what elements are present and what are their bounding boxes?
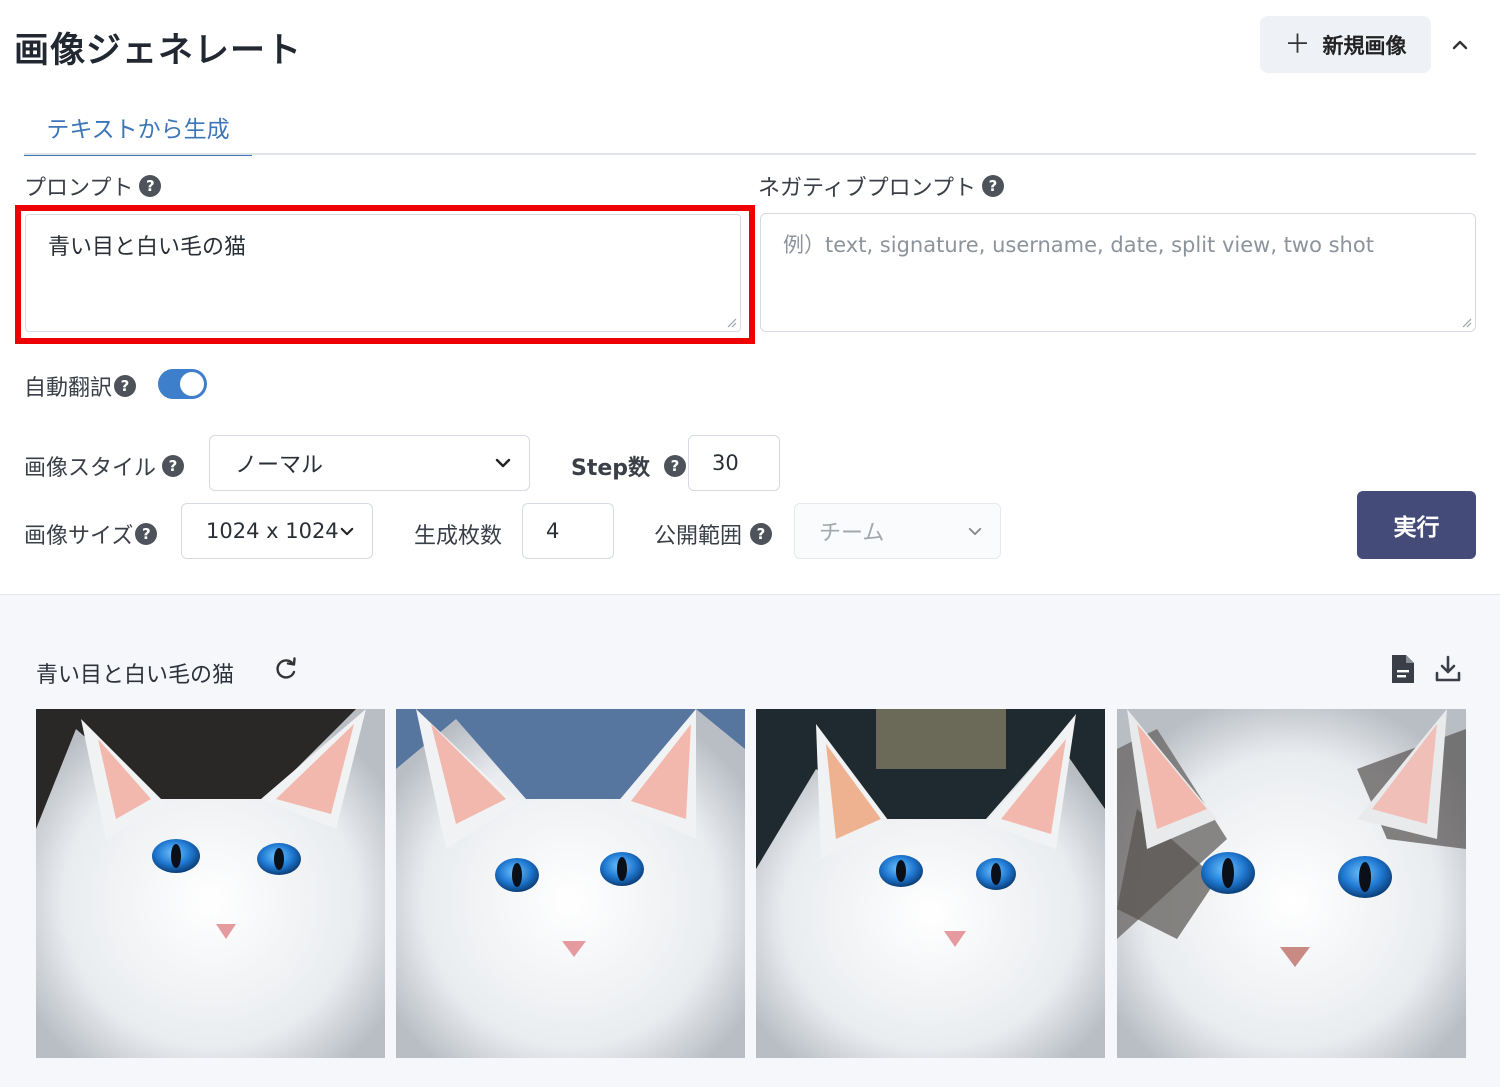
image-style-label-text: 画像スタイル [24,456,157,481]
generated-image-2[interactable] [396,709,745,1058]
refresh-icon[interactable] [274,656,298,682]
image-size-select[interactable]: 1024 x 1024 [181,503,373,559]
plus-icon: ＋ [1284,29,1311,60]
generated-image-3[interactable] [756,709,1105,1058]
generated-image-1[interactable] [36,709,385,1058]
chevron-down-icon [495,458,511,468]
help-icon[interactable]: ? [162,455,185,477]
help-icon[interactable]: ? [750,523,773,545]
auto-translate-label: 自動翻訳 ? [24,370,137,402]
visibility-value: チーム [819,521,885,546]
negative-prompt-placeholder: 例）text, signature, username, date, split… [783,233,1374,257]
prompt-input-value: 青い目と白い毛の猫 [48,235,247,260]
resize-handle-icon[interactable] [1460,316,1472,328]
cat-image [396,709,745,1058]
document-icon[interactable] [1390,653,1416,685]
image-style-select[interactable]: ノーマル [209,435,530,491]
image-size-label-text: 画像サイズ [24,524,134,549]
help-icon[interactable]: ? [982,175,1005,197]
chevron-down-icon [968,527,982,535]
help-icon[interactable]: ? [139,175,162,197]
auto-translate-label-text: 自動翻訳 [24,376,113,401]
negative-prompt-input[interactable]: 例）text, signature, username, date, split… [760,213,1476,332]
image-size-label: 画像サイズ ? [24,518,158,550]
generated-image-4[interactable] [1117,709,1466,1058]
help-icon[interactable]: ? [664,455,687,477]
tab-text-to-image[interactable]: テキストから生成 [24,100,252,156]
cat-image [756,709,1105,1058]
cat-image [1117,709,1466,1058]
count-label: 生成枚数 [414,524,503,549]
collapse-button[interactable] [1444,30,1476,60]
page-title: 画像ジェネレート [14,31,303,71]
prompt-label-text: プロンプト [24,176,134,201]
image-style-value: ノーマル [235,453,324,478]
run-button[interactable]: 実行 [1357,491,1476,559]
resize-handle-icon[interactable] [725,316,737,328]
download-icon[interactable] [1434,655,1462,683]
prompt-label: プロンプト ? [24,170,162,202]
auto-translate-toggle[interactable] [158,369,207,399]
result-title: 青い目と白い毛の猫 [36,663,235,688]
image-style-label: 画像スタイル ? [24,450,185,482]
steps-input[interactable]: 30 [688,435,780,491]
visibility-label-text: 公開範囲 [654,524,743,549]
steps-label-text: Step数 [571,456,651,481]
negative-prompt-label: ネガティブプロンプト ? [758,170,1005,202]
help-icon[interactable]: ? [114,375,137,397]
visibility-label: 公開範囲 ? [654,518,773,550]
visibility-select[interactable]: チーム [794,503,1001,559]
chevron-up-icon [1452,40,1468,50]
image-size-value: 1024 x 1024 [206,519,339,543]
toggle-knob [180,372,204,396]
help-icon[interactable]: ? [135,523,158,545]
chevron-down-icon [340,527,354,535]
tab-divider [24,153,1476,155]
prompt-input[interactable]: 青い目と白い毛の猫 [25,214,741,332]
steps-label: Step数 ? [571,450,687,482]
new-image-button[interactable]: ＋ 新規画像 [1260,16,1431,73]
count-input[interactable]: 4 [522,503,614,559]
new-image-button-label: 新規画像 [1322,33,1407,58]
negative-prompt-label-text: ネガティブプロンプト [758,176,977,201]
cat-image [36,709,385,1058]
